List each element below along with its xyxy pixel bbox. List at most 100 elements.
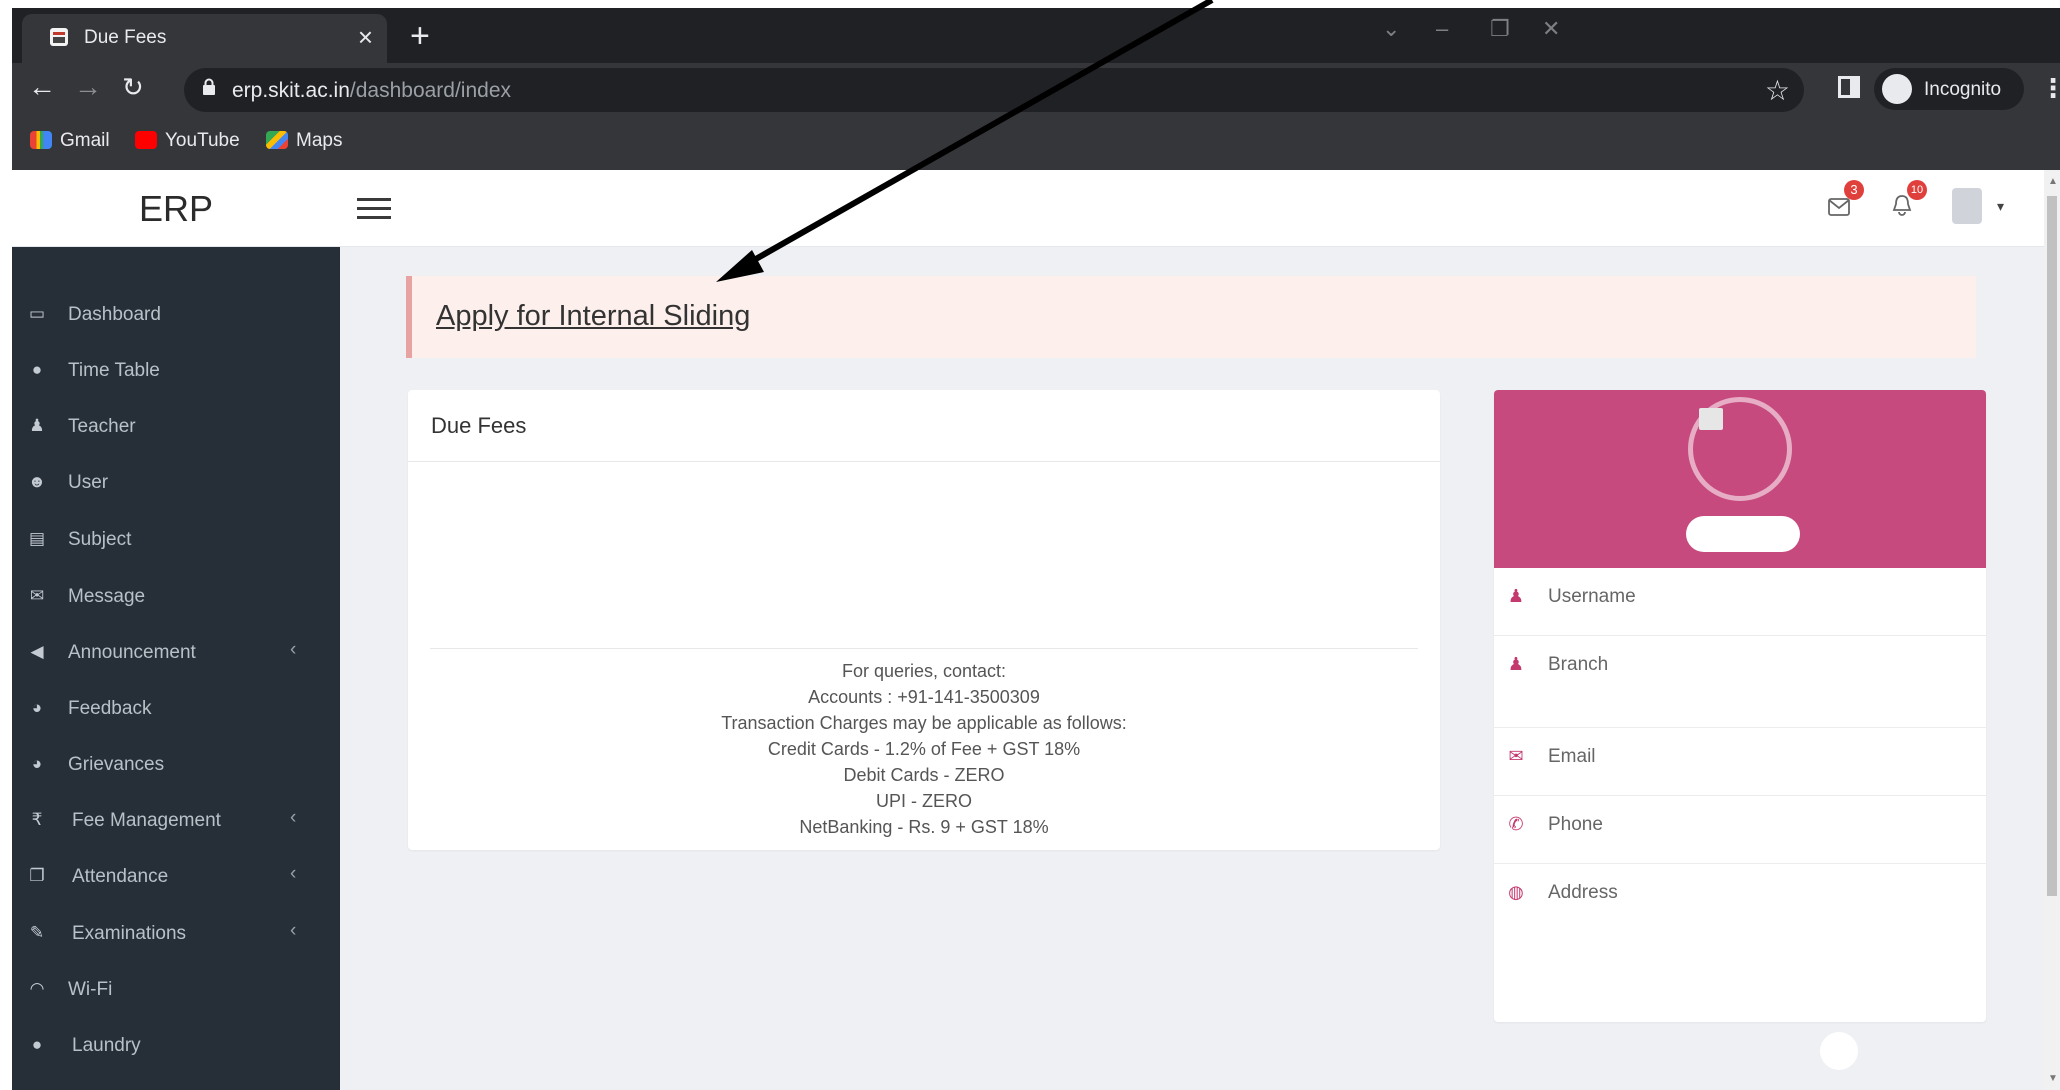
sidebar-item-attendance[interactable]: ❐ Attendance ‹: [12, 849, 340, 905]
sidebar-item-announcement[interactable]: ◀ Announcement ‹: [12, 625, 340, 681]
chevron-left-icon: ‹: [290, 863, 297, 884]
sidebar-item-time-table[interactable]: ● Time Table: [12, 343, 340, 399]
sidebar-item-label: User: [68, 472, 109, 493]
bookmarks-bar: Gmail YouTube Maps: [12, 115, 2060, 170]
profile-field-label: Phone: [1548, 814, 1603, 835]
sidebar-item-laundry[interactable]: ● Laundry: [12, 1018, 340, 1074]
globe-icon: ◍: [1508, 882, 1524, 902]
floating-chat-button[interactable]: [1820, 1032, 1858, 1070]
teacher-icon: ♟: [29, 416, 45, 435]
sidebar-item-fee-management[interactable]: ₹ Fee Management ‹: [12, 793, 340, 849]
minimize-icon[interactable]: –: [1436, 16, 1448, 42]
bookmark-youtube-label: YouTube: [165, 130, 240, 151]
sidebar-item-label: Attendance: [72, 866, 169, 887]
profile-card: ♟ Username ♟ Branch ✉ Email ✆ Phone ◍ Ad…: [1494, 390, 1986, 1022]
gmail-icon: [30, 131, 52, 149]
info-line: Credit Cards - 1.2% of Fee + GST 18%: [767, 739, 1081, 759]
address-bar[interactable]: erp.skit.ac.in/dashboard/index ☆: [184, 68, 1804, 112]
tab-title: Due Fees: [84, 27, 167, 48]
sidebar-item-label: Examinations: [72, 923, 187, 944]
bookmark-star-icon[interactable]: ☆: [1765, 74, 1790, 107]
sidebar-item-label: Feedback: [68, 698, 152, 719]
book-icon: ▤: [28, 529, 46, 548]
page-scrollbar[interactable]: ▲ ▼: [2044, 170, 2060, 1090]
screen-top-edge: [0, 0, 2060, 8]
sidebar-item-dashboard[interactable]: ▭ Dashboard: [12, 287, 340, 343]
sidebar: ▭ Dashboard ● Time Table ♟ Teacher ☻ Use…: [12, 247, 340, 1090]
navigation-bar: ← → ↻ erp.skit.ac.in/dashboard/index ☆ I…: [12, 63, 2060, 115]
maps-icon: [266, 131, 288, 149]
apply-internal-sliding-link[interactable]: Apply for Internal Sliding: [436, 300, 750, 333]
user-icon: ♟: [1507, 586, 1525, 606]
profile-field-label: Username: [1548, 586, 1636, 607]
profile-row-phone: ✆ Phone: [1494, 796, 1986, 864]
forward-icon[interactable]: →: [74, 71, 102, 103]
profile-field-label: Branch: [1548, 654, 1609, 675]
scroll-up-icon[interactable]: ▲: [2048, 176, 2058, 187]
tab-close-icon[interactable]: ×: [358, 22, 373, 53]
users-icon: ☻: [28, 472, 46, 491]
scrollbar-thumb[interactable]: [2047, 196, 2057, 896]
bullhorn-icon: ◀: [30, 642, 44, 661]
sidebar-item-feedback[interactable]: ◕ Feedback: [12, 681, 340, 737]
sidebar-item-examinations[interactable]: ✎ Examinations ‹: [12, 906, 340, 962]
due-fees-card: Due Fees For queries, contact: Accounts …: [408, 390, 1440, 850]
wifi-icon: ◠: [29, 979, 45, 998]
sidebar-item-label: Announcement: [68, 642, 196, 663]
sidebar-item-subject[interactable]: ▤ Subject: [12, 512, 340, 568]
profile-banner: [1494, 390, 1986, 568]
clock-icon: ●: [31, 360, 43, 379]
profile-photo: [1688, 397, 1792, 501]
profile-field-label: Email: [1548, 746, 1596, 767]
url-text: erp.skit.ac.in/dashboard/index: [232, 79, 511, 103]
brand-logo[interactable]: ERP: [12, 170, 340, 247]
close-window-icon[interactable]: ✕: [1542, 16, 1560, 42]
browser-window: Due Fees × + ⌄ – ❐ ✕ ← → ↻ erp.skit.ac.i…: [0, 0, 2060, 1090]
sidebar-item-grievances[interactable]: ◕ Grievances: [12, 737, 340, 793]
incognito-profile-button[interactable]: Incognito: [1874, 68, 2024, 110]
chevron-left-icon: ‹: [290, 639, 297, 660]
hamburger-menu-icon[interactable]: [357, 198, 391, 220]
sidebar-item-teacher[interactable]: ♟ Teacher: [12, 399, 340, 455]
tab-due-fees[interactable]: Due Fees ×: [22, 14, 387, 63]
user-menu-caret-icon[interactable]: ▾: [1997, 198, 2004, 215]
side-panel-icon[interactable]: [1838, 76, 1860, 98]
profile-row-branch: ♟ Branch: [1494, 636, 1986, 728]
scroll-down-icon[interactable]: ▼: [2048, 1073, 2058, 1084]
profile-field-label: Address: [1548, 882, 1618, 903]
sidebar-item-label: Dashboard: [68, 304, 161, 325]
comments-icon: ◕: [31, 698, 43, 717]
sidebar-item-label: Grievances: [68, 754, 165, 775]
reload-icon[interactable]: ↻: [122, 72, 144, 103]
bookmark-gmail[interactable]: Gmail: [30, 130, 110, 152]
envelope-icon: ✉: [29, 586, 45, 605]
bookmark-maps[interactable]: Maps: [266, 130, 342, 152]
profile-row-email: ✉ Email: [1494, 728, 1986, 796]
comments-icon: ◕: [31, 754, 43, 773]
restore-icon[interactable]: ❐: [1490, 16, 1510, 42]
profile-row-address: ◍ Address: [1494, 864, 1986, 1022]
broken-image-icon: [1699, 408, 1723, 430]
rupee-icon: ₹: [31, 810, 43, 829]
tab-search-chevron-icon[interactable]: ⌄: [1382, 16, 1400, 42]
profile-name-pill: [1686, 516, 1800, 552]
incognito-icon: [1882, 74, 1912, 104]
due-fees-card-header: Due Fees: [408, 390, 1440, 462]
sidebar-item-user[interactable]: ☻ User: [12, 455, 340, 511]
payment-info: For queries, contact: Accounts : +91-141…: [408, 658, 1440, 840]
incognito-label: Incognito: [1924, 79, 2002, 100]
sidebar-item-label: Message: [68, 586, 146, 607]
laundry-icon: ●: [31, 1035, 43, 1054]
sidebar-item-message[interactable]: ✉ Message: [12, 569, 340, 625]
mail-icon[interactable]: [1828, 198, 1850, 216]
bell-badge: 10: [1907, 180, 1927, 200]
bookmark-gmail-label: Gmail: [60, 130, 110, 151]
new-tab-icon[interactable]: +: [410, 16, 430, 56]
user-avatar[interactable]: [1952, 188, 1982, 224]
copy-icon: ❐: [29, 866, 45, 885]
bell-icon[interactable]: [1892, 194, 1912, 216]
menu-kebab-icon[interactable]: ⋮: [2040, 73, 2060, 104]
sidebar-item-wifi[interactable]: ◠ Wi-Fi: [12, 962, 340, 1018]
bookmark-youtube[interactable]: YouTube: [135, 130, 240, 152]
back-icon[interactable]: ←: [28, 71, 56, 103]
